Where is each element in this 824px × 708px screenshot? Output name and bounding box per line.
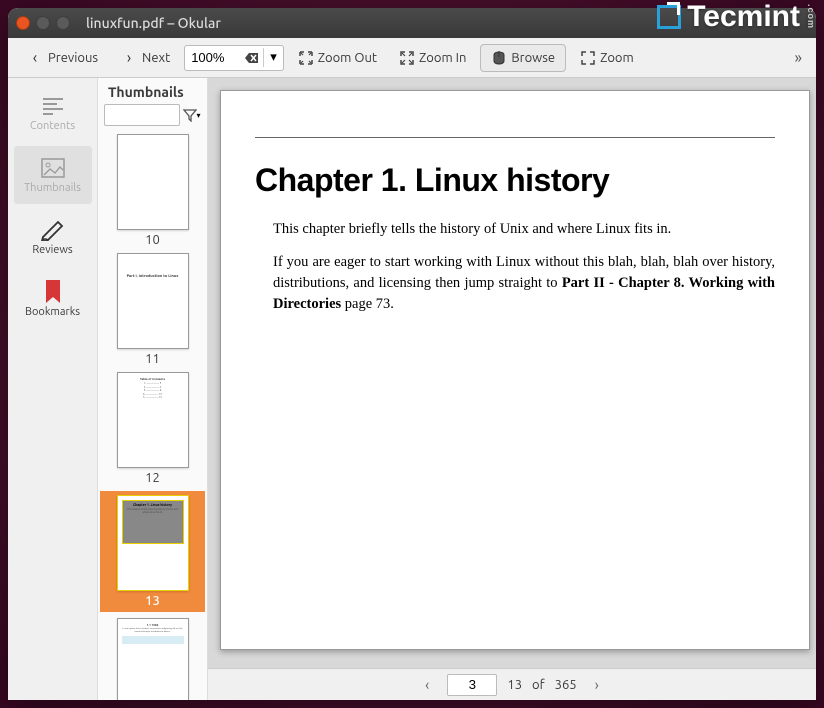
watermark-logo: Tecmint .com (657, 0, 816, 34)
thumbnails-search: ▾ (98, 104, 207, 132)
watermark-text: Tecmint (687, 0, 800, 34)
app-window: linuxfun.pdf – Okular ‹ Previous › Next … (8, 8, 816, 700)
zoom-out-button[interactable]: Zoom Out (290, 46, 385, 70)
thumbnails-panel: Thumbnails ▾ 10 Part I. Introduction to … (98, 78, 208, 700)
thumbnail-item[interactable]: 1.1 1969 Lorem ipsum dolor sit amet cons… (104, 618, 201, 700)
thumbnail-item[interactable]: 10 (104, 134, 201, 247)
jump-paragraph: If you are eager to start working with L… (273, 252, 775, 315)
status-bar: ‹ 13 of 365 › (208, 668, 816, 700)
sidebar-tab-thumbnails[interactable]: Thumbnails (14, 146, 92, 204)
chevron-left-icon: ‹ (26, 49, 44, 67)
browse-button[interactable]: Browse (480, 44, 566, 72)
visible-page-label: 13 (507, 678, 522, 692)
zoom-tool-button[interactable]: Zoom (572, 46, 642, 70)
sidebar-tab-reviews[interactable]: Reviews (14, 208, 92, 266)
thumbnail-search-input[interactable] (104, 104, 180, 126)
previous-button[interactable]: ‹ Previous (18, 45, 106, 71)
zoom-in-icon (399, 50, 415, 66)
contents-icon (40, 95, 66, 117)
next-label: Next (142, 51, 170, 65)
window-title: linuxfun.pdf – Okular (86, 15, 221, 31)
thumbnails-heading: Thumbnails (98, 78, 207, 104)
bookmarks-icon (40, 281, 66, 303)
document-view: Chapter 1. Linux history This chapter br… (208, 78, 816, 700)
minimize-icon[interactable] (36, 16, 50, 30)
sidebar-tab-label: Thumbnails (24, 182, 81, 194)
tecmint-icon (657, 5, 681, 29)
document-scroll[interactable]: Chapter 1. Linux history This chapter br… (208, 78, 816, 668)
sidebar-tab-label: Reviews (32, 244, 72, 256)
page-number-input[interactable] (447, 674, 497, 696)
next-button[interactable]: › Next (112, 45, 178, 71)
toolbar: ‹ Previous › Next ▾ Zoom Out Zoom In Bro… (8, 38, 816, 78)
sidebar-tab-label: Bookmarks (25, 306, 80, 318)
page-prev-button[interactable]: ‹ (417, 674, 437, 695)
chevron-right-icon: › (120, 49, 138, 67)
page-next-button[interactable]: › (587, 674, 607, 695)
of-label: of (532, 678, 545, 692)
thumbnail-page-number: 11 (104, 352, 201, 366)
zoom-out-icon (298, 50, 314, 66)
sidebar-tab-label: Contents (30, 120, 75, 132)
thumbnails-icon (40, 157, 66, 179)
sidebar-tab-bookmarks[interactable]: Bookmarks (14, 270, 92, 328)
reviews-icon (40, 219, 66, 241)
document-page: Chapter 1. Linux history This chapter br… (220, 90, 810, 650)
main-body: Contents Thumbnails Reviews Bookmarks (8, 78, 816, 700)
zoom-combobox[interactable]: ▾ (184, 45, 284, 71)
zoom-input[interactable] (185, 48, 241, 67)
clear-icon[interactable] (241, 52, 263, 64)
thumbnail-page-number: 10 (104, 233, 201, 247)
thumbnail-item[interactable]: Part I. Introduction to Linux 11 (104, 253, 201, 366)
filter-icon[interactable]: ▾ (183, 104, 201, 126)
thumbnail-item-selected[interactable]: Chapter 1. Linux history This chapter br… (100, 491, 205, 612)
previous-label: Previous (48, 51, 98, 65)
zoom-in-label: Zoom In (419, 51, 466, 65)
toolbar-overflow-icon[interactable]: » (790, 49, 806, 67)
intro-paragraph: This chapter briefly tells the history o… (273, 219, 775, 240)
zoom-tool-icon (580, 50, 596, 66)
sidebar-tab-contents[interactable]: Contents (14, 84, 92, 142)
thumbnail-item[interactable]: Table of Contents 1. ...................… (104, 372, 201, 485)
thumbnail-page-number: 12 (104, 471, 201, 485)
watermark-suffix: .com (806, 4, 816, 29)
zoom-tool-label: Zoom (600, 51, 634, 65)
zoom-out-label: Zoom Out (318, 51, 377, 65)
side-tabs: Contents Thumbnails Reviews Bookmarks (8, 78, 98, 700)
zoom-in-button[interactable]: Zoom In (391, 46, 474, 70)
total-pages-label: 365 (555, 678, 577, 692)
maximize-icon[interactable] (56, 16, 70, 30)
browse-label: Browse (511, 51, 555, 65)
thumbnail-list[interactable]: 10 Part I. Introduction to Linux 11 Tabl… (98, 132, 207, 700)
mouse-icon (491, 49, 507, 67)
chapter-title: Chapter 1. Linux history (255, 162, 775, 199)
thumbnail-page-number: 13 (104, 594, 201, 608)
dropdown-icon[interactable]: ▾ (263, 48, 283, 67)
close-icon[interactable] (16, 16, 30, 30)
